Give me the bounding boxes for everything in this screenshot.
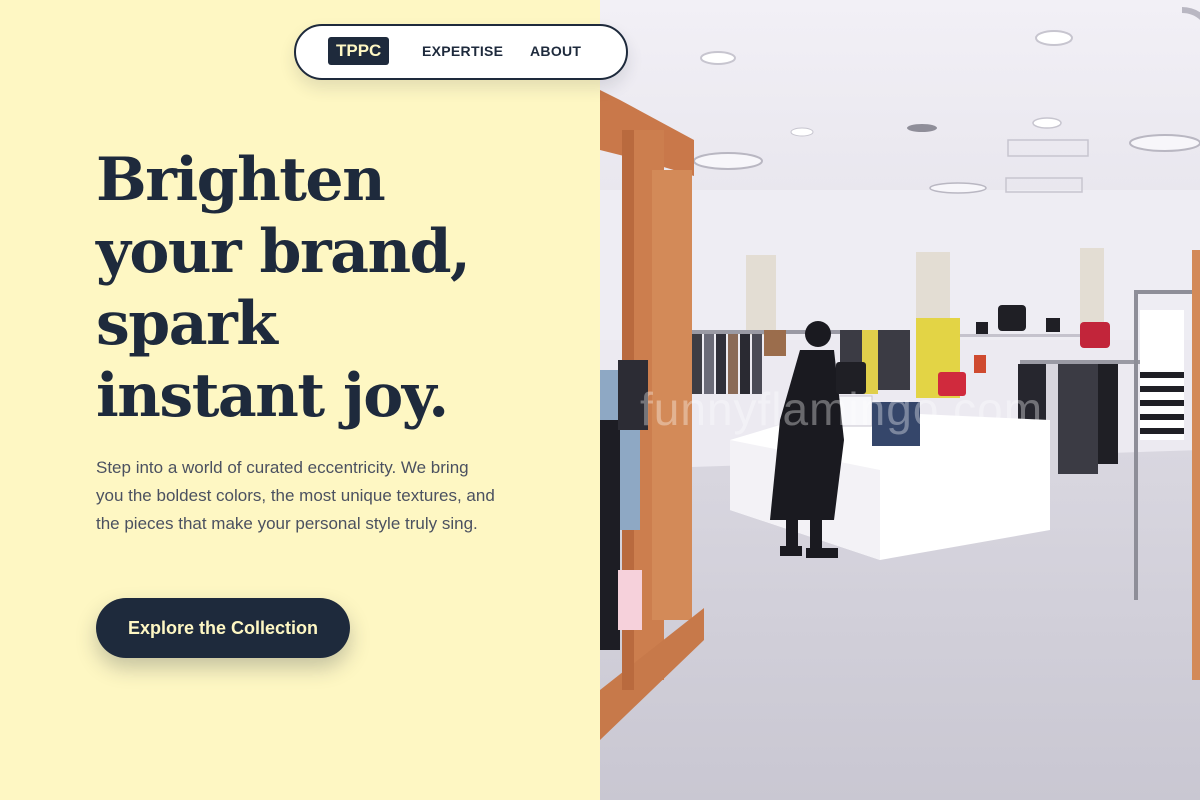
nav-link-about[interactable]: ABOUT [530,41,581,61]
nav-link-expertise[interactable]: EXPERTISE [422,41,503,61]
store-photo: funnyflamingo.com [600,0,1200,800]
watermark-text: funnyflamingo.com [640,383,1044,435]
hero-left-panel: Brighten your brand, spark instant joy. … [0,0,600,800]
main-navigation: TPPC EXPERTISE ABOUT [294,24,628,80]
headline-line: instant joy. [96,361,449,431]
explore-collection-button[interactable]: Explore the Collection [96,598,350,658]
headline-line: spark [96,289,278,359]
headline-line: Brighten [96,145,386,215]
hero-headline: Brighten your brand, spark instant joy. [96,144,576,432]
hero-subtext: Step into a world of curated eccentricit… [96,458,495,533]
site-logo[interactable]: TPPC [328,37,390,65]
headline-line: your brand, [96,217,471,287]
